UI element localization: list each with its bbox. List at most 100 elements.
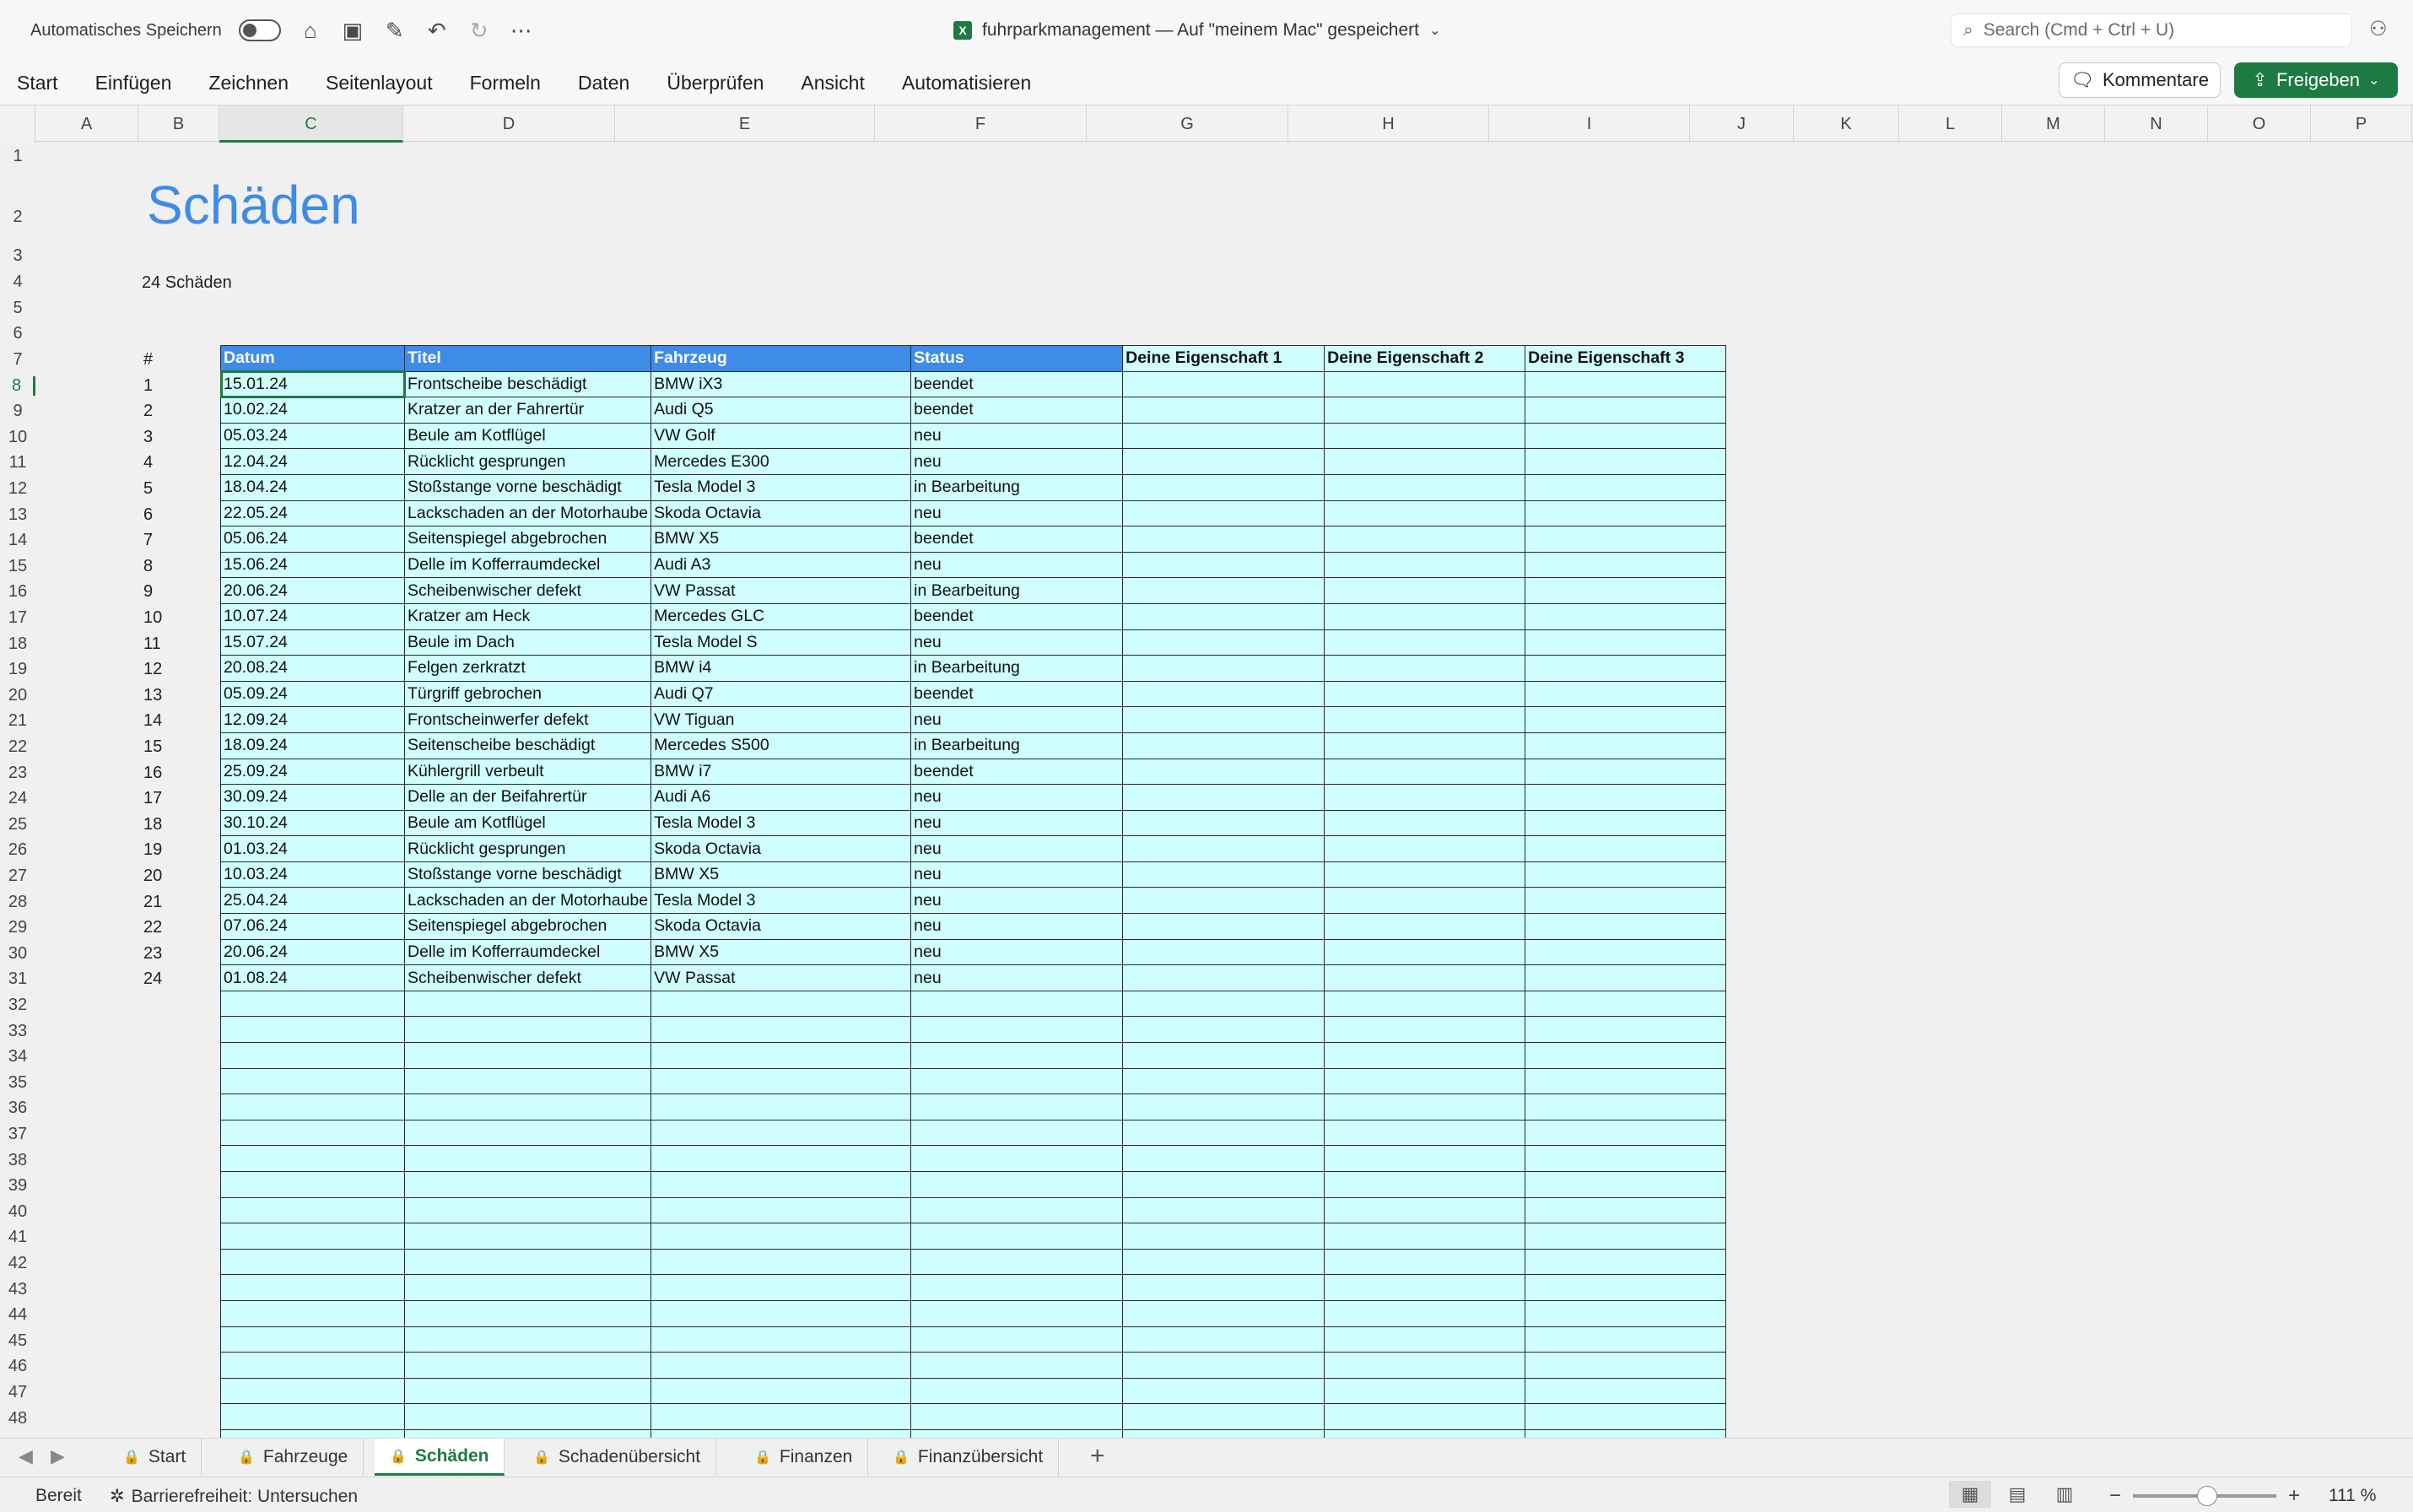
tab-daten[interactable]: Daten bbox=[559, 72, 648, 94]
empty-cell[interactable] bbox=[1525, 1171, 1727, 1198]
row-header[interactable]: 10 bbox=[0, 428, 35, 447]
empty-cell[interactable] bbox=[1122, 1016, 1325, 1044]
cell-eigenschaft-1[interactable] bbox=[1122, 887, 1325, 915]
empty-cell[interactable] bbox=[1525, 1145, 1727, 1172]
cell-eigenschaft-1[interactable] bbox=[1122, 913, 1325, 940]
cell-status[interactable]: in Bearbeitung bbox=[910, 473, 1124, 501]
cell-status[interactable]: beendet bbox=[910, 370, 1124, 398]
empty-cell[interactable] bbox=[1324, 1145, 1526, 1172]
cell-status[interactable]: neu bbox=[910, 422, 1124, 450]
empty-cell[interactable] bbox=[403, 1016, 652, 1044]
cell-datum[interactable]: 30.10.24 bbox=[220, 809, 405, 837]
cell-eigenschaft-2[interactable] bbox=[1324, 526, 1526, 553]
empty-cell[interactable] bbox=[403, 1299, 652, 1327]
empty-cell[interactable] bbox=[1324, 1094, 1526, 1120]
row-header[interactable]: 20 bbox=[0, 686, 35, 705]
row-header[interactable]: 29 bbox=[0, 918, 35, 937]
header-eigenschaft-1[interactable]: Deine Eigenschaft 1 bbox=[1122, 345, 1325, 372]
column-header-i[interactable]: I bbox=[1489, 105, 1690, 143]
cell-eigenschaft-2[interactable] bbox=[1324, 473, 1526, 501]
cell-eigenschaft-1[interactable] bbox=[1122, 526, 1325, 553]
cell-titel[interactable]: Seitenspiegel abgebrochen bbox=[403, 526, 652, 553]
cell-eigenschaft-2[interactable] bbox=[1324, 964, 1526, 991]
cell-fahrzeug[interactable]: BMW X5 bbox=[650, 526, 912, 553]
row-header[interactable]: 30 bbox=[0, 944, 35, 964]
cell-titel[interactable]: Delle im Kofferraumdeckel bbox=[403, 551, 652, 579]
empty-cell[interactable] bbox=[910, 1145, 1124, 1172]
empty-cell[interactable] bbox=[650, 1067, 912, 1095]
empty-cell[interactable] bbox=[1525, 1326, 1727, 1353]
row-header[interactable]: 32 bbox=[0, 996, 35, 1015]
empty-cell[interactable] bbox=[220, 1067, 405, 1095]
row-header[interactable]: 14 bbox=[0, 531, 35, 550]
tab-automatisieren[interactable]: Automatisieren bbox=[883, 72, 1050, 94]
empty-cell[interactable] bbox=[403, 1428, 652, 1438]
cell-eigenschaft-3[interactable] bbox=[1525, 964, 1727, 991]
cell-eigenschaft-1[interactable] bbox=[1122, 422, 1325, 450]
cell-eigenschaft-1[interactable] bbox=[1122, 732, 1325, 759]
cell-fahrzeug[interactable]: BMW X5 bbox=[650, 938, 912, 966]
empty-cell[interactable] bbox=[1122, 1352, 1325, 1379]
header-fahrzeug[interactable]: Fahrzeug bbox=[650, 345, 912, 372]
autosave-toggle[interactable] bbox=[238, 19, 281, 41]
empty-cell[interactable] bbox=[910, 1223, 1124, 1250]
empty-cell[interactable] bbox=[220, 1119, 405, 1147]
more-icon[interactable]: ⋯ bbox=[509, 18, 534, 44]
cell-eigenschaft-2[interactable] bbox=[1324, 370, 1526, 398]
column-header-k[interactable]: K bbox=[1794, 105, 1899, 143]
cell-eigenschaft-2[interactable] bbox=[1324, 913, 1526, 940]
cell-titel[interactable]: Kühlergrill verbeult bbox=[403, 758, 652, 786]
cell-eigenschaft-2[interactable] bbox=[1324, 732, 1526, 759]
sheet-tab-start[interactable]: 🔒 Start bbox=[108, 1439, 202, 1476]
cell-datum[interactable]: 20.08.24 bbox=[220, 655, 405, 682]
empty-cell[interactable] bbox=[220, 1352, 405, 1379]
cell-titel[interactable]: Felgen zerkratzt bbox=[403, 655, 652, 682]
cell-titel[interactable]: Kratzer an der Fahrertür bbox=[403, 397, 652, 424]
cell-eigenschaft-3[interactable] bbox=[1525, 473, 1727, 501]
empty-cell[interactable] bbox=[220, 1145, 405, 1172]
empty-cell[interactable] bbox=[650, 1119, 912, 1147]
cell-titel[interactable]: Lackschaden an der Motorhaube bbox=[403, 887, 652, 915]
header-titel[interactable]: Titel bbox=[403, 345, 652, 372]
cell-eigenschaft-2[interactable] bbox=[1324, 861, 1526, 888]
cell-eigenschaft-3[interactable] bbox=[1525, 526, 1727, 553]
cell-datum[interactable]: 15.07.24 bbox=[220, 629, 405, 656]
cell-fahrzeug[interactable]: VW Passat bbox=[650, 964, 912, 991]
empty-cell[interactable] bbox=[910, 1042, 1124, 1069]
row-header[interactable]: 37 bbox=[0, 1125, 35, 1144]
empty-cell[interactable] bbox=[1525, 1094, 1727, 1120]
cell-status[interactable]: neu bbox=[910, 887, 1124, 915]
empty-cell[interactable] bbox=[403, 1274, 652, 1301]
row-header[interactable]: 2 bbox=[0, 208, 35, 227]
normal-view-icon[interactable]: ▦ bbox=[1949, 1481, 1991, 1508]
empty-cell[interactable] bbox=[1324, 1042, 1526, 1069]
empty-cell[interactable] bbox=[220, 1171, 405, 1198]
column-header-c[interactable]: C bbox=[219, 105, 403, 143]
cell-fahrzeug[interactable]: Audi A6 bbox=[650, 784, 912, 811]
account-icon[interactable]: ⚇ bbox=[2369, 17, 2388, 41]
row-header[interactable]: 21 bbox=[0, 711, 35, 731]
empty-cell[interactable] bbox=[1324, 1428, 1526, 1438]
empty-cell[interactable] bbox=[220, 1016, 405, 1044]
cell-fahrzeug[interactable]: Audi A3 bbox=[650, 551, 912, 579]
cell-datum[interactable]: 15.06.24 bbox=[220, 551, 405, 579]
cell-datum[interactable]: 10.07.24 bbox=[220, 602, 405, 630]
empty-cell[interactable] bbox=[1324, 1067, 1526, 1095]
cell-fahrzeug[interactable]: Mercedes GLC bbox=[650, 602, 912, 630]
cell-titel[interactable]: Lackschaden an der Motorhaube bbox=[403, 500, 652, 527]
cell-status[interactable]: neu bbox=[910, 500, 1124, 527]
empty-cell[interactable] bbox=[910, 1171, 1124, 1198]
empty-cell[interactable] bbox=[910, 1326, 1124, 1353]
cell-datum[interactable]: 07.06.24 bbox=[220, 913, 405, 940]
row-header[interactable]: 34 bbox=[0, 1047, 35, 1066]
zoom-out-icon[interactable]: − bbox=[2109, 1484, 2121, 1508]
cell-status[interactable]: neu bbox=[910, 964, 1124, 991]
cell-datum[interactable]: 22.05.24 bbox=[220, 500, 405, 527]
cell-eigenschaft-2[interactable] bbox=[1324, 629, 1526, 656]
empty-cell[interactable] bbox=[1122, 1145, 1325, 1172]
column-header-p[interactable]: P bbox=[2311, 105, 2412, 143]
empty-cell[interactable] bbox=[1122, 1248, 1325, 1276]
empty-cell[interactable] bbox=[220, 990, 405, 1018]
cell-datum[interactable]: 05.03.24 bbox=[220, 422, 405, 450]
cell-eigenschaft-2[interactable] bbox=[1324, 500, 1526, 527]
